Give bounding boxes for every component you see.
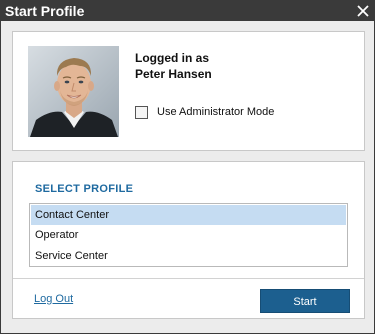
profile-item-service-center[interactable]: Service Center [31, 246, 346, 266]
profile-list[interactable]: Contact Center Operator Service Center [29, 203, 348, 267]
start-profile-dialog: Start Profile Logged in as Peter Hansen … [0, 0, 375, 334]
title-bar: Start Profile [1, 1, 374, 21]
logged-in-label: Logged in as [135, 51, 210, 65]
admin-mode-label[interactable]: Use Administrator Mode [157, 106, 274, 119]
profile-item-contact-center[interactable]: Contact Center [31, 205, 346, 225]
divider [13, 278, 364, 279]
window-title: Start Profile [5, 3, 85, 19]
close-icon[interactable] [355, 2, 371, 20]
admin-mode-checkbox[interactable] [135, 106, 148, 119]
profile-panel: SELECT PROFILE Contact Center Operator S… [12, 161, 365, 319]
user-panel: Logged in as Peter Hansen Use Administra… [12, 31, 365, 151]
profile-item-operator[interactable]: Operator [31, 225, 346, 245]
start-button[interactable]: Start [260, 289, 350, 313]
user-name: Peter Hansen [135, 67, 212, 81]
logout-link[interactable]: Log Out [34, 293, 73, 305]
user-photo-icon [28, 46, 119, 137]
avatar [28, 46, 119, 137]
select-profile-heading: SELECT PROFILE [35, 183, 134, 195]
